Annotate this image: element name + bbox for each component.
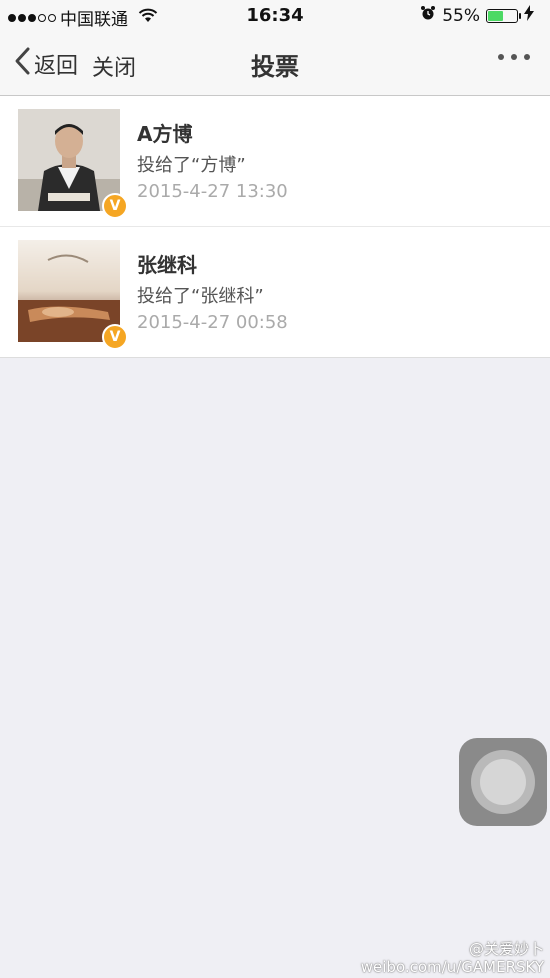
charging-bolt-icon [524,5,534,26]
assistive-touch-button[interactable] [459,738,547,826]
item-desc: 投给了“方博” [137,155,246,176]
watermark-handle: @关爱妙卜 [468,940,544,958]
vote-list: V A方博 投给了“方博” 2015-4-27 13:30 V 张继科 投给了“… [0,96,550,358]
avatar [18,240,120,342]
status-bar-right: 55% [420,5,534,26]
battery-icon [486,8,521,23]
avatar-container: V [18,109,128,219]
avatar-container: V [18,240,128,350]
item-date: 2015-4-27 00:58 [137,312,288,333]
navigation-bar: 返回 关闭 投票 [0,32,550,96]
battery-fill [488,10,503,21]
more-dots-icon[interactable] [498,54,530,60]
verified-v-icon: V [102,324,128,350]
battery-percent: 55% [442,5,480,26]
list-item[interactable]: V A方博 投给了“方博” 2015-4-27 13:30 [0,96,550,227]
status-bar: 中国联通 16:34 55% [0,0,550,32]
list-item[interactable]: V 张继科 投给了“张继科” 2015-4-27 00:58 [0,227,550,357]
watermark: @关爱妙卜 weibo.com/u/GAMERSKY [361,940,544,976]
item-desc: 投给了“张继科” [137,286,264,307]
page-title: 投票 [251,53,299,81]
watermark-url: weibo.com/u/GAMERSKY [360,958,544,976]
verified-v-icon: V [102,193,128,219]
assistive-touch-core [480,759,526,805]
alarm-icon [420,5,436,26]
avatar [18,109,120,211]
item-name: A方博 [137,122,193,146]
item-name: 张继科 [137,253,197,277]
item-date: 2015-4-27 13:30 [137,181,288,202]
assistive-touch-ring [471,750,535,814]
